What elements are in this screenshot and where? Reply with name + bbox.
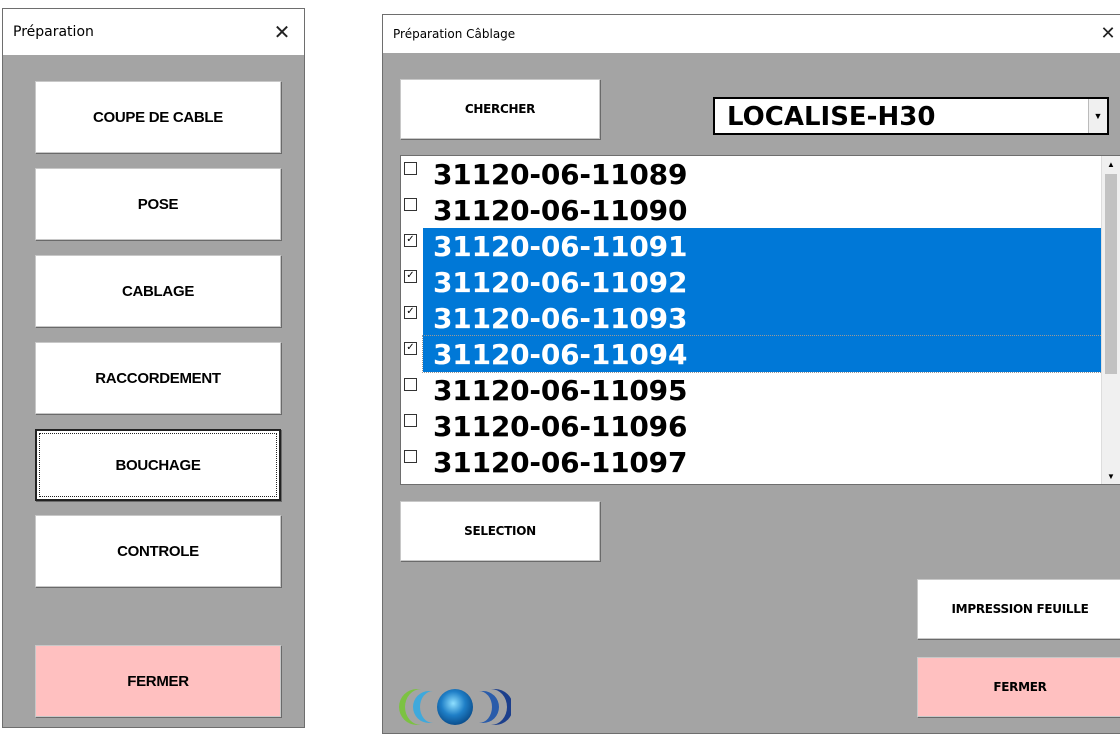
preparation-window: Préparation ✕ COUPE DE CABLE POSE CABLAG… xyxy=(2,8,305,728)
list-item[interactable]: 31120-06-11090 xyxy=(401,192,1102,228)
impression-feuille-button[interactable]: IMPRESSION FEUILLE xyxy=(917,579,1120,639)
list-item-label: 31120-06-11089 xyxy=(433,158,688,191)
coupe-de-cable-button[interactable]: COUPE DE CABLE xyxy=(35,81,281,153)
raccordement-button[interactable]: RACCORDEMENT xyxy=(35,342,281,414)
localisation-combobox[interactable]: LOCALISE-H30 ▼ xyxy=(713,97,1109,135)
list-item[interactable]: 31120-06-11096 xyxy=(401,408,1102,444)
window-title: Préparation xyxy=(13,24,94,40)
title-bar: Préparation ✕ xyxy=(3,9,304,55)
scroll-thumb[interactable] xyxy=(1105,174,1117,374)
window-body: COUPE DE CABLE POSE CABLAGE RACCORDEMENT… xyxy=(11,55,296,727)
references-listbox[interactable]: 31120-06-11089 31120-06-11090 ✓ 31120-06-11… xyxy=(400,155,1120,485)
list-item-checkbox[interactable]: ✓ xyxy=(404,234,417,247)
company-logo xyxy=(399,689,511,725)
list-item-label: 31120-06-11094 xyxy=(433,338,688,371)
list-item-label: 31120-06-11096 xyxy=(433,410,688,443)
list-item[interactable]: 31120-06-11095 xyxy=(401,372,1102,408)
close-icon[interactable]: ✕ xyxy=(1093,23,1120,44)
close-icon[interactable]: ✕ xyxy=(260,20,304,44)
list-item[interactable]: 31120-06-11089 xyxy=(401,156,1102,192)
list-item-checkbox[interactable] xyxy=(404,450,417,463)
list-item[interactable]: 31120-06-11097 xyxy=(401,444,1102,480)
dropdown-arrow-icon[interactable]: ▼ xyxy=(1088,99,1107,133)
list-item-checkbox[interactable]: ✓ xyxy=(404,306,417,319)
window-title: Préparation Câblage xyxy=(393,27,516,41)
selection-button[interactable]: SELECTION xyxy=(400,501,600,561)
pose-button[interactable]: POSE xyxy=(35,168,281,240)
scroll-down-icon[interactable]: ▼ xyxy=(1102,468,1120,484)
fermer-button[interactable]: FERMER xyxy=(917,657,1120,717)
list-item-checkbox[interactable] xyxy=(404,162,417,175)
list-item[interactable]: ✓ 31120-06-11091 xyxy=(401,228,1102,264)
preparation-cablage-window: Préparation Câblage ✕ CHERCHER LOCALISE-… xyxy=(382,14,1120,734)
list-item-label: 31120-06-11095 xyxy=(433,374,688,407)
title-bar: Préparation Câblage ✕ xyxy=(383,15,1120,53)
list-item-label: 31120-06-11097 xyxy=(433,446,688,479)
combo-value: LOCALISE-H30 xyxy=(727,102,936,132)
list-item-checkbox[interactable] xyxy=(404,378,417,391)
list-item[interactable]: ✓ 31120-06-11093 xyxy=(401,300,1102,336)
list-item-checkbox[interactable]: ✓ xyxy=(404,270,417,283)
chercher-button[interactable]: CHERCHER xyxy=(400,79,600,139)
controle-button[interactable]: CONTROLE xyxy=(35,515,281,587)
list-item-label: 31120-06-11093 xyxy=(433,302,688,335)
list-item-checkbox[interactable] xyxy=(404,198,417,211)
list-item[interactable]: ✓ 31120-06-11092 xyxy=(401,264,1102,300)
list-item-label: 31120-06-11090 xyxy=(433,194,688,227)
list-item[interactable]: ✓ 31120-06-11094 xyxy=(401,335,1103,373)
list-item-checkbox[interactable] xyxy=(404,414,417,427)
list-item-label: 31120-06-11092 xyxy=(433,266,688,299)
bouchage-button[interactable]: BOUCHAGE xyxy=(35,429,281,501)
scroll-up-icon[interactable]: ▲ xyxy=(1102,156,1120,172)
fermer-button[interactable]: FERMER xyxy=(35,645,281,717)
cablage-button[interactable]: CABLAGE xyxy=(35,255,281,327)
list-item-checkbox[interactable]: ✓ xyxy=(404,342,417,355)
list-item-label: 31120-06-11091 xyxy=(433,230,688,263)
vertical-scrollbar[interactable]: ▲ ▼ xyxy=(1101,156,1120,484)
